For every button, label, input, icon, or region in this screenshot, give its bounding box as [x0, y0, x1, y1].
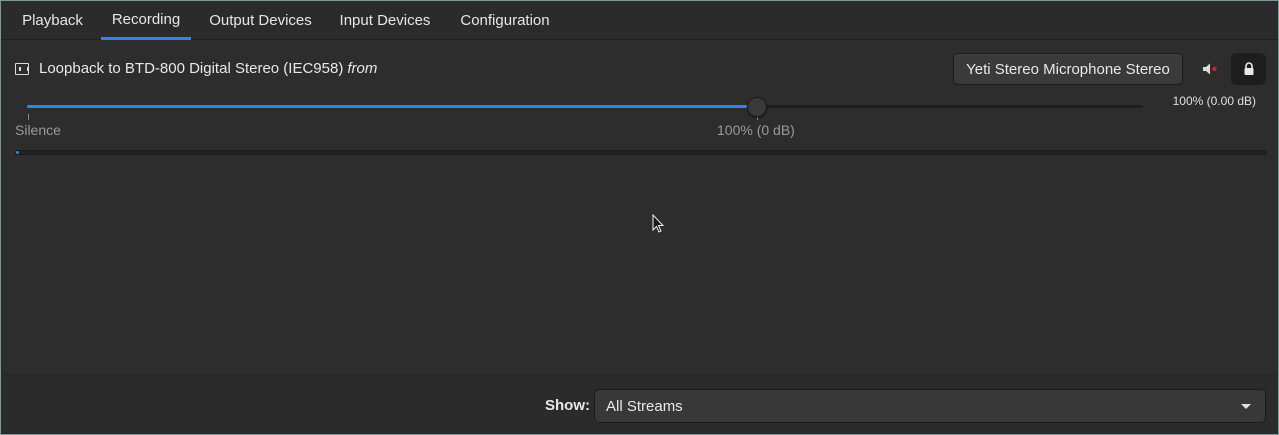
- lock-icon: [1244, 62, 1253, 75]
- tab-label: Playback: [22, 12, 83, 29]
- stream-name: Loopback to BTD-800 Digital Stereo (IEC9…: [39, 60, 344, 77]
- mute-button[interactable]: [1195, 53, 1225, 85]
- volume-slider-knob[interactable]: [746, 97, 767, 117]
- speaker-muted-icon: [1203, 63, 1217, 75]
- volume-slider-track[interactable]: [27, 105, 1143, 108]
- tab-bar: Playback Recording Output Devices Input …: [1, 1, 1278, 40]
- recording-stream-list: Loopback to BTD-800 Digital Stereo (IEC9…: [1, 40, 1278, 374]
- tab-input-devices[interactable]: Input Devices: [330, 1, 440, 40]
- lock-channels-button[interactable]: [1231, 53, 1266, 85]
- peak-level-meter: [15, 150, 1267, 155]
- tab-output-devices[interactable]: Output Devices: [199, 1, 322, 40]
- mouse-pointer-icon: [652, 214, 665, 233]
- show-filter-label: Show:: [545, 397, 590, 414]
- tab-recording[interactable]: Recording: [101, 1, 191, 40]
- tab-label: Output Devices: [209, 12, 312, 29]
- stream-from-label: from: [347, 60, 378, 77]
- volume-readout: 100% (0.00 dB): [1172, 94, 1256, 108]
- source-device-label: Yeti Stereo Microphone Stereo: [966, 60, 1170, 78]
- volume-slider-fill: [27, 105, 757, 108]
- slider-mark-100: 100% (0 dB): [717, 122, 795, 138]
- tab-configuration[interactable]: Configuration: [448, 1, 562, 40]
- show-filter-select[interactable]: All Streams: [594, 389, 1266, 423]
- tab-label: Recording: [111, 10, 181, 28]
- footer-bar: Show: All Streams: [1, 374, 1278, 434]
- source-device-button[interactable]: Yeti Stereo Microphone Stereo: [953, 53, 1183, 85]
- peak-level-fill: [16, 151, 19, 154]
- slider-mark-silence: Silence: [15, 122, 61, 138]
- stream-title: Loopback to BTD-800 Digital Stereo (IEC9…: [39, 60, 377, 77]
- show-filter-value: All Streams: [606, 398, 683, 415]
- slider-tick-silence: [28, 114, 29, 120]
- tab-playback[interactable]: Playback: [11, 1, 94, 40]
- chevron-down-icon: [1241, 404, 1251, 409]
- pavucontrol-window: Playback Recording Output Devices Input …: [0, 0, 1279, 435]
- tab-label: Configuration: [460, 12, 550, 29]
- tab-label: Input Devices: [339, 12, 431, 29]
- stream-app-icon: [15, 63, 29, 75]
